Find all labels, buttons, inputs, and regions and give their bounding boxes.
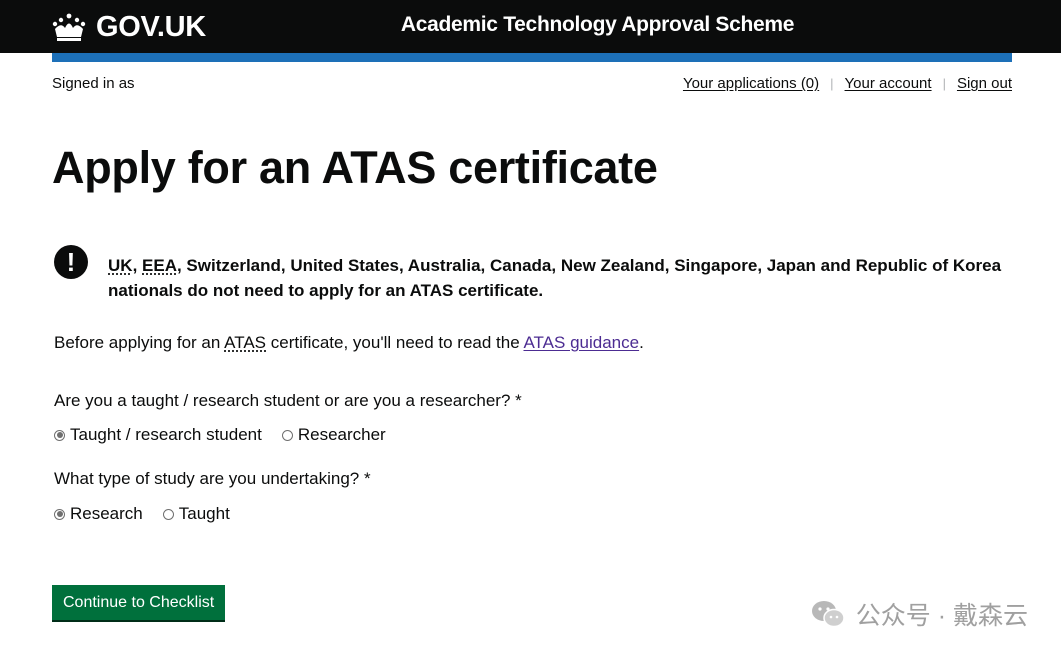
warning-icon: ! (54, 245, 88, 279)
intro-after: . (639, 333, 644, 352)
radio-group-student-type: Taught / research student Researcher (54, 425, 406, 445)
abbr-uk: UK (108, 256, 133, 275)
signed-in-label: Signed in as (52, 75, 135, 92)
radio-label: Researcher (297, 425, 386, 444)
atas-guidance-link[interactable]: ATAS guidance (523, 333, 639, 352)
your-account-link[interactable]: Your account (845, 75, 932, 92)
your-applications-link[interactable]: Your applications (0) (683, 75, 819, 92)
radio-taught-research-student[interactable]: Taught / research student (54, 425, 262, 445)
intro-middle: certificate, you'll need to read the (266, 333, 524, 352)
nav-separator: | (830, 76, 834, 91)
abbr-eea: EEA (142, 256, 177, 275)
govuk-header: GOV.UK Academic Technology Approval Sche… (0, 0, 1061, 53)
intro-before: Before applying for an (54, 333, 225, 352)
radio-button-checked[interactable] (54, 508, 65, 520)
page-title: Apply for an ATAS certificate (52, 142, 658, 193)
radio-button[interactable] (281, 429, 293, 441)
warning-text: UK, EEA, Switzerland, United States, Aus… (108, 253, 1008, 303)
radio-group-study-type: Research Taught (54, 504, 250, 524)
radio-button-checked[interactable] (54, 429, 65, 441)
radio-label: Research (70, 504, 143, 523)
radio-taught[interactable]: Taught (162, 504, 230, 524)
account-nav: Your applications (0) | Your account | S… (683, 75, 1012, 92)
nav-separator: | (942, 76, 946, 91)
sign-out-link[interactable]: Sign out (957, 75, 1012, 92)
abbr-atas: ATAS (224, 333, 267, 352)
header-blue-bar (52, 53, 1012, 62)
radio-research[interactable]: Research (54, 504, 143, 524)
watermark-text: 公众号 · 戴森云 (855, 602, 1028, 630)
warning-body: , Switzerland, United States, Australia,… (108, 256, 1002, 300)
continue-to-checklist-button[interactable]: Continue to Checklist (52, 585, 226, 620)
service-name-link[interactable]: Academic Technology Approval Scheme (0, 13, 1061, 37)
radio-button[interactable] (162, 508, 174, 520)
wechat-icon (811, 601, 845, 628)
radio-researcher[interactable]: Researcher (281, 425, 386, 445)
radio-label: Taught (178, 504, 230, 523)
watermark: 公众号 · 戴森云 (810, 596, 1028, 632)
question-student-type-label: Are you a taught / research student or a… (54, 391, 522, 410)
intro-text: Before applying for an ATAS certificate,… (54, 333, 644, 353)
radio-label: Taught / research student (70, 425, 262, 444)
question-study-type-label: What type of study are you undertaking? … (54, 469, 371, 488)
warning-separator: , (132, 256, 143, 275)
